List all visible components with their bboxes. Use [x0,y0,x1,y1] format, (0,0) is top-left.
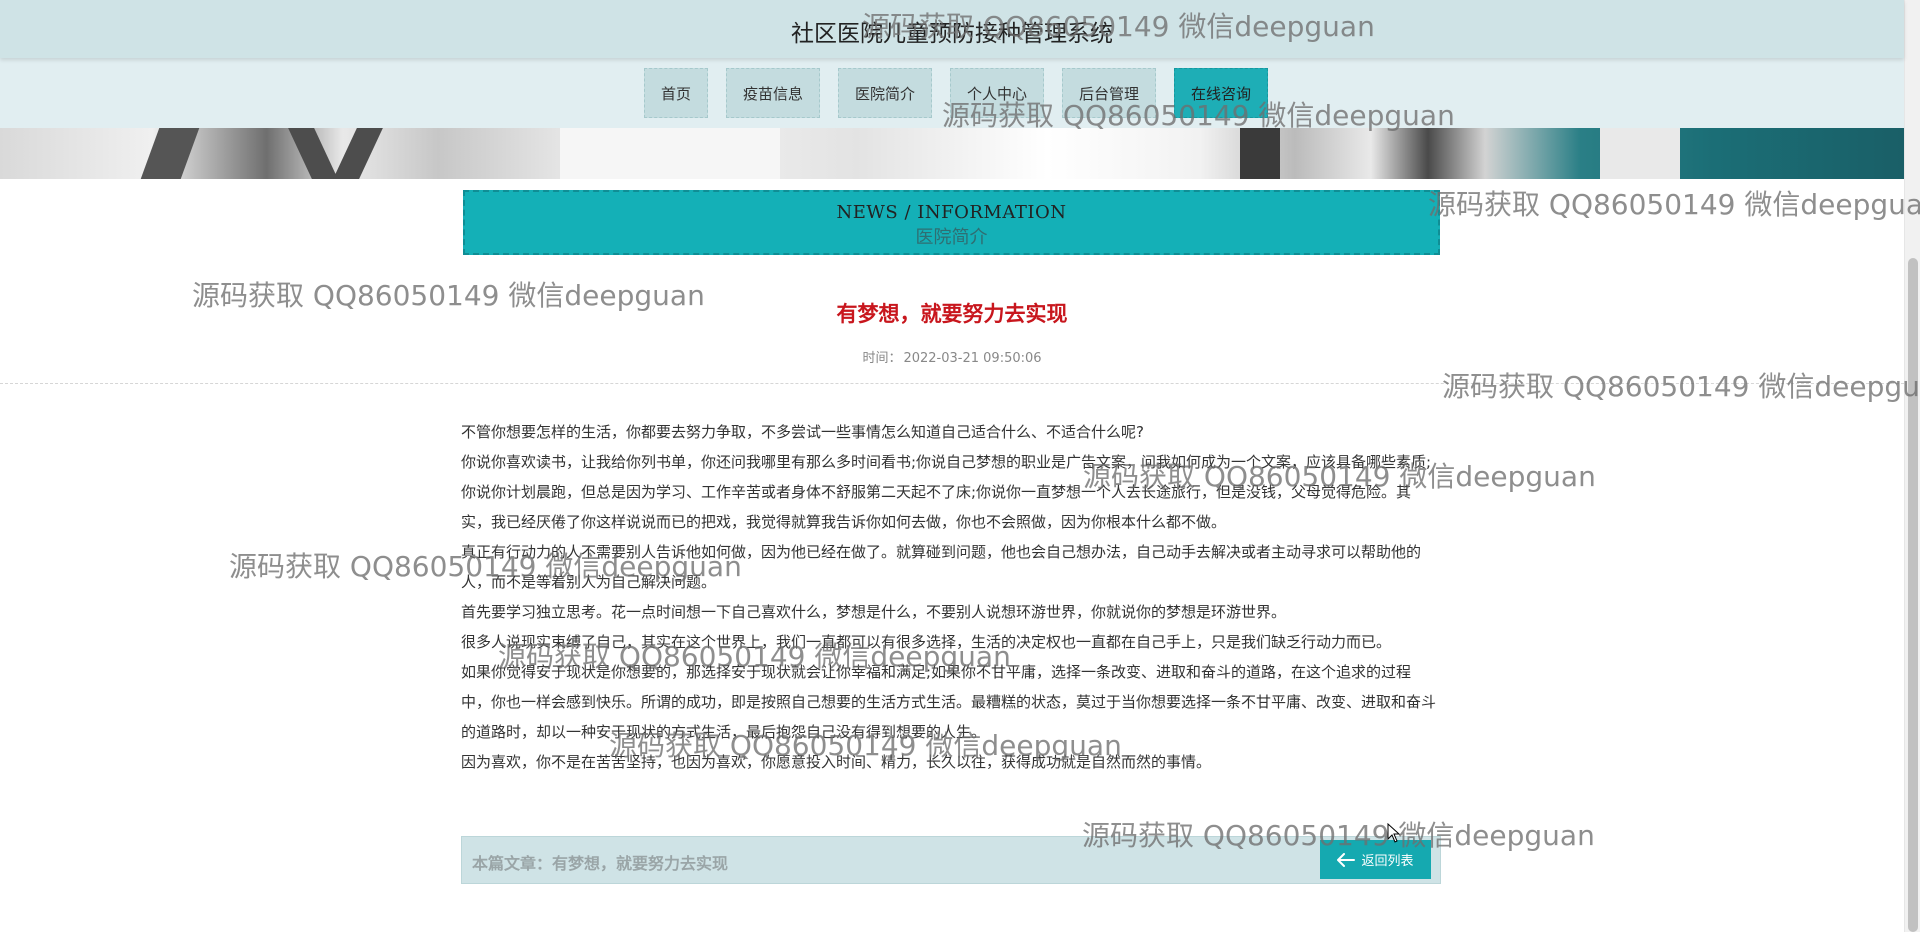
nav-item-vaccine-info[interactable]: 疫苗信息 [725,68,820,118]
article-title: 有梦想，就要努力去实现 [836,302,1068,326]
banner-detail [333,128,383,179]
nav-item-hospital-intro[interactable]: 医院简介 [837,68,932,118]
article-paragraph: 不管你想要怎样的生活，你都要去努力争取，不多尝试一些事情怎么知道自己适合什么、不… [461,423,1144,441]
current-article-label: 本篇文章： [472,854,553,873]
vertical-scrollbar[interactable] [1904,0,1920,932]
site-header: 社区医院儿童预防接种管理系统 [0,0,1904,58]
nav-item-label: 后台管理 [1079,84,1140,103]
watermark: 源码获取 QQ86050149 微信deepguan [1428,188,1920,221]
back-to-list-label: 返回列表 [1361,854,1414,869]
nav-item-admin[interactable]: 后台管理 [1062,68,1157,118]
nav-item-label: 在线咨询 [1191,84,1252,103]
nav-item-label: 疫苗信息 [742,84,803,103]
banner-image [0,128,1904,179]
article-time-value: 2022-03-21 09:50:06 [903,351,1042,366]
article-time-label: 时间： [862,351,902,366]
current-article-title: 有梦想，就要努力去实现 [552,854,729,873]
nav-item-label: 首页 [660,84,691,103]
main-nav: 首页 疫苗信息 医院简介 个人中心 后台管理 在线咨询 [0,58,1904,128]
site-title: 社区医院儿童预防接种管理系统 [791,21,1113,47]
section-heading: NEWS / INFORMATION 医院简介 [463,190,1440,255]
article-paragraph: 你说你喜欢读书，让我给你列书单，你还问我哪里有那么多时间看书;你说自己梦想的职业… [461,453,1432,531]
article-time: 时间： 2022-03-21 09:50:06 [0,347,1904,366]
page: 社区医院儿童预防接种管理系统 首页 疫苗信息 医院简介 个人中心 后台管理 在线… [0,0,1920,932]
article-paragraph: 很多人说现实束缚了自己，其实在这个世界上，我们一直都可以有很多选择，生活的决定权… [461,633,1392,651]
section-title-cn: 医院简介 [915,227,988,248]
current-article-info: 本篇文章：有梦想，就要努力去实现 [472,850,728,874]
back-to-list-button[interactable]: 返回列表 [1320,840,1431,879]
mouse-cursor-icon [1387,823,1401,843]
banner-detail [288,128,338,179]
nav-item-label: 个人中心 [967,84,1028,103]
section-title-en: NEWS / INFORMATION [836,202,1067,223]
banner-detail [1240,128,1280,179]
scrollbar-thumb[interactable] [1908,258,1918,932]
banner-detail [140,128,200,179]
nav-item-personal-center[interactable]: 个人中心 [950,68,1045,118]
nav-item-home[interactable]: 首页 [643,68,708,118]
banner-detail [1600,128,1680,179]
nav-item-label: 医院简介 [854,84,915,103]
article-body: 不管你想要怎样的生活，你都要去努力争取，不多尝试一些事情怎么知道自己适合什么、不… [461,417,1441,777]
article-paragraph: 如果你觉得安于现状是你想要的，那选择安于现状就会让你幸福和满足;如果你不甘平庸，… [461,663,1437,741]
article-paragraph: 首先要学习独立思考。花一点时间想一下自己喜欢什么，梦想是什么，不要别人说想环游世… [461,603,1287,621]
article-footer: 本篇文章：有梦想，就要努力去实现 返回列表 [461,836,1441,884]
watermark: 源码获取 QQ86050149 微信deepguan [1442,370,1920,403]
article-paragraph: 真正有行动力的人不需要别人告诉他如何做，因为他已经在做了。就算碰到问题，他也会自… [461,543,1422,591]
nav-item-online-consult[interactable]: 在线咨询 [1174,68,1269,118]
banner-detail [560,128,780,179]
arrow-left-icon [1337,852,1356,867]
article-paragraph: 因为喜欢，你不是在苦苦坚持，也因为喜欢，你愿意投入时间、精力，长久以往，获得成功… [461,753,1212,771]
divider [0,383,1904,384]
